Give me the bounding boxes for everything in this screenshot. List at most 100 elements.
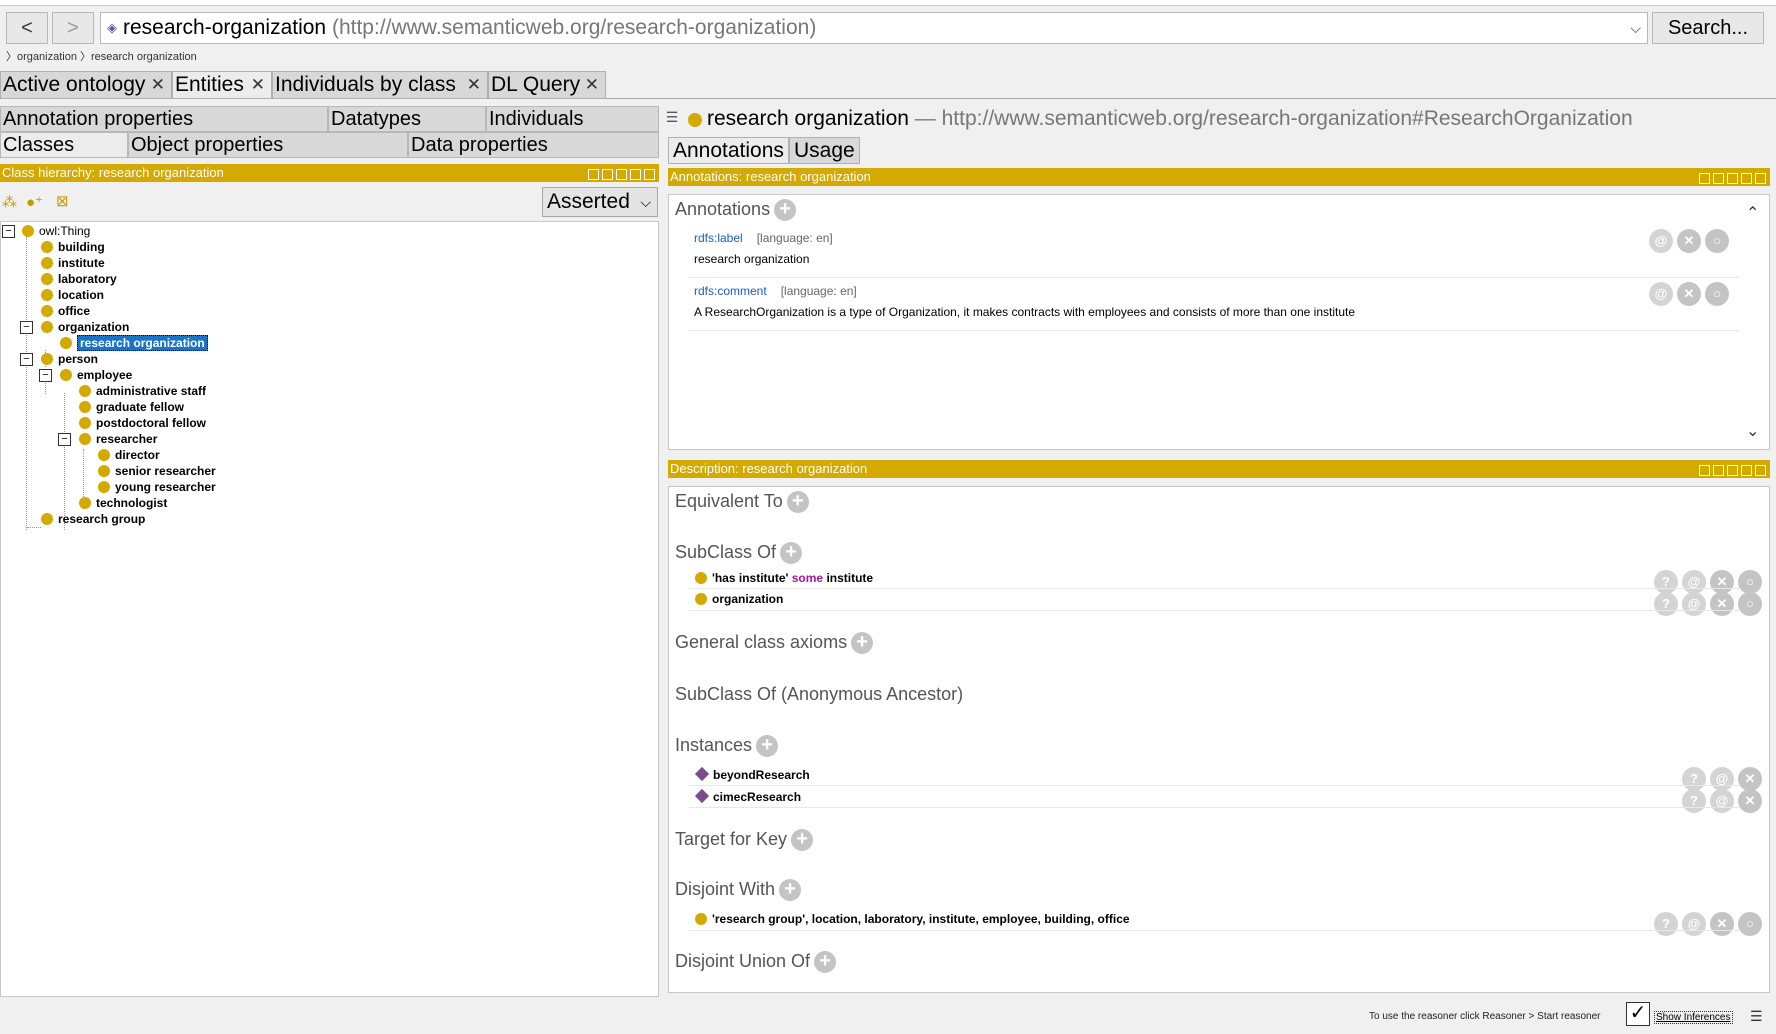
hierarchy-mode-select[interactable]: Asserted ⌵ xyxy=(542,187,658,217)
subclass-axiom[interactable]: 'has institute' some institute xyxy=(695,571,873,585)
add-equivalent-class-button[interactable]: + xyxy=(786,491,809,514)
explain-button[interactable]: ? xyxy=(1682,789,1706,813)
annotate-button[interactable]: @ xyxy=(1649,229,1673,253)
chevron-down-icon[interactable]: ⌵ xyxy=(1630,13,1641,43)
add-instance-button[interactable]: + xyxy=(756,735,779,758)
entity-address-field[interactable]: ◈ research-organization (http://www.sema… xyxy=(100,12,1648,44)
tree-node-building[interactable]: building xyxy=(41,240,105,255)
tab-dl-query[interactable]: DL Query ✕ xyxy=(488,71,606,99)
close-icon[interactable]: ✕ xyxy=(251,72,265,98)
close-icon[interactable] xyxy=(1755,465,1766,476)
close-icon[interactable]: ✕ xyxy=(467,72,481,98)
tree-node-senior-researcher[interactable]: senior researcher xyxy=(98,464,216,479)
edit-button[interactable]: ○ xyxy=(1738,570,1762,594)
tree-node-person[interactable]: person xyxy=(41,352,98,367)
maximize-icon[interactable] xyxy=(1741,465,1752,476)
tree-node-young-researcher[interactable]: young researcher xyxy=(98,480,216,495)
annotate-button[interactable]: @ xyxy=(1710,789,1734,813)
tab-individuals[interactable]: Individuals xyxy=(486,106,659,132)
tree-node-institute[interactable]: institute xyxy=(41,256,105,271)
explain-button[interactable]: ? xyxy=(1682,767,1706,791)
tree-node-postdoctoral-fellow[interactable]: postdoctoral fellow xyxy=(79,416,206,431)
help-icon[interactable] xyxy=(1699,465,1710,476)
tree-node-laboratory[interactable]: laboratory xyxy=(41,272,117,287)
minimize-icon[interactable] xyxy=(1727,173,1738,184)
explain-button[interactable]: ? xyxy=(1654,570,1678,594)
collapse-toggle[interactable]: − xyxy=(20,353,33,366)
tab-usage[interactable]: Usage xyxy=(789,137,860,164)
annotate-button[interactable]: @ xyxy=(1682,570,1706,594)
tree-node-researcher[interactable]: researcher xyxy=(79,432,157,447)
explain-button[interactable]: ? xyxy=(1654,592,1678,616)
add-superclass-button[interactable]: + xyxy=(780,542,803,565)
annotate-button[interactable]: @ xyxy=(1682,912,1706,936)
delete-button[interactable]: ✕ xyxy=(1710,592,1734,616)
show-inferences-label[interactable]: Show Inferences xyxy=(1654,1011,1733,1024)
tab-classes[interactable]: Classes xyxy=(0,132,128,158)
tree-node-office[interactable]: office xyxy=(41,304,90,319)
delete-button[interactable]: ✕ xyxy=(1738,767,1762,791)
annotate-button[interactable]: @ xyxy=(1710,767,1734,791)
delete-button[interactable]: ✕ xyxy=(1677,282,1701,306)
minimize-icon[interactable] xyxy=(616,169,627,180)
add-subclass-icon[interactable]: ⁂ xyxy=(2,193,17,211)
log-list-icon[interactable]: ☰ xyxy=(1750,1008,1763,1025)
delete-button[interactable]: ✕ xyxy=(1738,789,1762,813)
close-icon[interactable] xyxy=(644,169,655,180)
back-button[interactable]: < xyxy=(6,12,48,44)
collapse-toggle[interactable]: − xyxy=(2,225,15,238)
tree-node-organization[interactable]: organization xyxy=(41,320,129,335)
subclass-axiom[interactable]: organization xyxy=(695,592,783,606)
add-general-axiom-button[interactable]: + xyxy=(851,632,874,655)
add-sibling-class-icon[interactable]: ●⁺ xyxy=(26,193,43,211)
scroll-down-icon[interactable]: ⌄ xyxy=(1746,421,1759,441)
tree-node-director[interactable]: director xyxy=(98,448,160,463)
tree-node-graduate-fellow[interactable]: graduate fellow xyxy=(79,400,184,415)
tree-node-research-group[interactable]: research group xyxy=(41,512,145,527)
search-button[interactable]: Search... xyxy=(1652,12,1764,44)
close-icon[interactable]: ✕ xyxy=(585,72,599,98)
breadcrumb-item[interactable]: research organization xyxy=(91,51,197,63)
tree-node-research-organization[interactable]: research organization xyxy=(60,335,208,351)
edit-button[interactable]: ○ xyxy=(1705,229,1729,253)
tab-annotations[interactable]: Annotations xyxy=(668,137,789,164)
add-key-button[interactable]: + xyxy=(791,829,814,852)
collapse-toggle[interactable]: − xyxy=(58,433,71,446)
tree-node-location[interactable]: location xyxy=(41,288,104,303)
forward-button[interactable]: > xyxy=(52,12,94,44)
annotation-property[interactable]: rdfs:comment [language: en] xyxy=(694,284,857,298)
tab-individuals-by-class[interactable]: Individuals by class ✕ xyxy=(272,71,488,99)
split-icon[interactable] xyxy=(1713,465,1724,476)
tab-entities[interactable]: Entities ✕ xyxy=(172,71,272,99)
close-icon[interactable] xyxy=(1755,173,1766,184)
minimize-icon[interactable] xyxy=(1727,465,1738,476)
instance-item[interactable]: cimecResearch xyxy=(694,788,801,804)
disjoint-axiom[interactable]: 'research group', location, laboratory, … xyxy=(695,912,1130,926)
maximize-icon[interactable] xyxy=(630,169,641,180)
close-icon[interactable]: ✕ xyxy=(151,72,165,98)
tab-annotation-properties[interactable]: Annotation properties xyxy=(0,106,328,132)
collapse-toggle[interactable]: − xyxy=(39,369,52,382)
tree-node-administrative-staff[interactable]: administrative staff xyxy=(79,384,206,399)
tree-node-technologist[interactable]: technologist xyxy=(79,496,167,511)
tab-datatypes[interactable]: Datatypes xyxy=(328,106,486,132)
split-icon[interactable] xyxy=(1713,173,1724,184)
tree-node-employee[interactable]: employee xyxy=(60,368,132,383)
delete-button[interactable]: ✕ xyxy=(1677,229,1701,253)
scroll-up-icon[interactable]: ⌃ xyxy=(1746,203,1759,223)
tab-active-ontology[interactable]: Active ontology ✕ xyxy=(0,71,172,99)
explain-button[interactable]: ? xyxy=(1654,912,1678,936)
tab-object-properties[interactable]: Object properties xyxy=(128,132,408,158)
delete-button[interactable]: ✕ xyxy=(1710,912,1734,936)
edit-button[interactable]: ○ xyxy=(1738,912,1762,936)
instance-item[interactable]: beyondResearch xyxy=(694,766,810,782)
edit-button[interactable]: ○ xyxy=(1705,282,1729,306)
panel-menu-icon[interactable]: ☰ xyxy=(664,104,680,130)
tab-data-properties[interactable]: Data properties xyxy=(408,132,659,158)
annotate-button[interactable]: @ xyxy=(1682,592,1706,616)
add-disjoint-union-button[interactable]: + xyxy=(814,951,837,974)
add-disjoint-class-button[interactable]: + xyxy=(779,879,802,902)
help-icon[interactable] xyxy=(1699,173,1710,184)
annotation-property[interactable]: rdfs:label [language: en] xyxy=(694,231,833,245)
show-inferences-checkbox[interactable]: ✓ xyxy=(1626,1002,1650,1026)
